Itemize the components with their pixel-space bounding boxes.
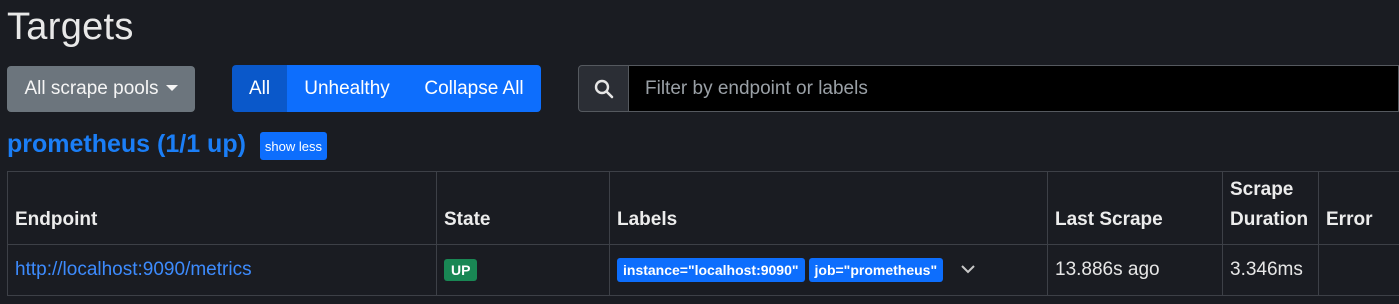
scrape-pool-title[interactable]: prometheus (1/1 up) (7, 130, 246, 159)
label-badge-job: job="prometheus" (808, 258, 944, 282)
last-scrape-cell: 13.886s ago (1047, 244, 1223, 296)
column-header-scrape-duration: Scrape Duration (1222, 171, 1319, 245)
state-cell: UP (436, 244, 610, 296)
column-header-endpoint: Endpoint (7, 171, 437, 245)
scrape-pools-dropdown[interactable]: All scrape pools (7, 66, 195, 112)
column-header-last-scrape: Last Scrape (1047, 171, 1223, 245)
page-title: Targets (7, 6, 134, 48)
table-header-row: Endpoint State Labels Last Scrape Scrape… (7, 171, 1399, 245)
scrape-duration-cell: 3.346ms (1222, 244, 1319, 296)
endpoint-cell: http://localhost:9090/metrics (7, 244, 437, 296)
scrape-pool-header: prometheus (1/1 up) show less (7, 128, 327, 160)
table-row: http://localhost:9090/metrics UP instanc… (7, 244, 1399, 296)
show-less-button[interactable]: show less (259, 132, 327, 160)
column-header-labels: Labels (609, 171, 1048, 245)
search-bar (578, 65, 1399, 112)
collapse-all-button[interactable]: Collapse All (407, 65, 541, 112)
search-icon (578, 65, 629, 112)
search-input[interactable] (629, 65, 1399, 112)
column-header-error: Error (1318, 171, 1399, 245)
filter-all-button[interactable]: All (232, 65, 287, 112)
column-header-state: State (436, 171, 610, 245)
error-cell (1318, 244, 1399, 296)
health-filter-group: All Unhealthy Collapse All (232, 65, 541, 112)
labels-cell: instance="localhost:9090" job="prometheus… (609, 244, 1048, 296)
status-badge: UP (444, 259, 478, 281)
filter-unhealthy-button[interactable]: Unhealthy (287, 65, 407, 112)
endpoint-link[interactable]: http://localhost:9090/metrics (15, 259, 252, 280)
label-badge-instance: instance="localhost:9090" (617, 258, 805, 282)
scrape-pools-label: All scrape pools (24, 78, 159, 99)
chevron-down-icon[interactable] (959, 259, 977, 281)
targets-table: Endpoint State Labels Last Scrape Scrape… (7, 171, 1399, 296)
caret-down-icon (165, 85, 178, 91)
